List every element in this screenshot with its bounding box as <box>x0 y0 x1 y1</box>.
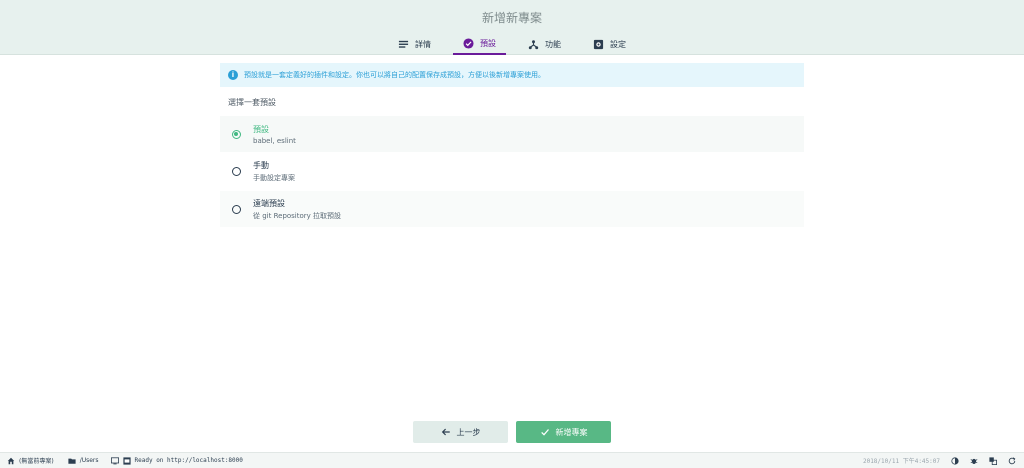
info-text: 預設就是一套定義好的插件和設定。你也可以將自己的配置保存成預設，方便以後新增專案… <box>244 71 545 79</box>
radio-unselected-icon[interactable] <box>232 166 241 176</box>
check-icon <box>540 429 549 436</box>
preset-desc: 從 git Repository 拉取預設 <box>253 211 342 220</box>
console-icon <box>110 456 119 464</box>
preset-desc: 手動設定專案 <box>253 173 295 182</box>
preset-name: 預設 <box>253 124 269 134</box>
bug-report-icon[interactable] <box>970 457 978 465</box>
radio-selected-icon[interactable] <box>232 129 241 139</box>
preset-option-manual[interactable]: 手動 手動設定專案 <box>220 153 804 189</box>
current-folder[interactable]: /Users <box>68 457 99 465</box>
terminal-icon <box>122 456 131 465</box>
translate-icon[interactable] <box>989 456 997 465</box>
arrow-left-icon <box>441 428 450 436</box>
preset-name: 手動 <box>253 160 269 170</box>
header: 新增新專案 詳情 預設 功能 設定 <box>0 0 1024 55</box>
current-project-label: (無當前專案) <box>19 458 54 465</box>
preset-name: 遠端預設 <box>253 198 285 208</box>
preset-desc: babel, eslint <box>253 136 296 145</box>
info-icon: i <box>228 70 238 80</box>
tab-features-label: 功能 <box>545 39 561 49</box>
app-window: 新增新專案 詳情 預設 功能 設定 i 預設就是一套定義好的插件和設定。你也可以… <box>0 0 1024 468</box>
tab-details-label: 詳情 <box>415 39 431 49</box>
page-title: 新增新專案 <box>481 11 542 25</box>
status-time: 2018/10/11 下午4:45:07 <box>862 458 940 465</box>
tab-details[interactable]: 詳情 <box>388 33 441 55</box>
console-log[interactable]: Ready on http://localhost:8000 <box>110 456 243 465</box>
console-log-text: Ready on http://localhost:8000 <box>134 457 243 464</box>
home-icon <box>7 457 15 464</box>
settings-icon <box>593 39 604 49</box>
tab-presets-label: 預設 <box>480 38 496 48</box>
check-circle-icon <box>463 37 474 49</box>
tab-presets[interactable]: 預設 <box>453 33 506 55</box>
preset-section-label: 選擇一套預設 <box>228 98 276 107</box>
status-bar: (無當前專案) /Users Ready on http://localhost… <box>0 452 1024 468</box>
previous-button[interactable]: 上一步 <box>413 421 508 443</box>
info-banner: i 預設就是一套定義好的插件和設定。你也可以將自己的配置保存成預設，方便以後新增… <box>220 63 804 87</box>
radio-unselected-icon[interactable] <box>232 204 241 214</box>
preset-option-remote[interactable]: 遠端預設 從 git Repository 拉取預設 <box>220 191 804 227</box>
details-icon <box>398 40 409 48</box>
features-icon <box>528 39 539 49</box>
current-folder-label: /Users <box>79 457 99 464</box>
tab-settings[interactable]: 設定 <box>583 33 636 55</box>
tab-features[interactable]: 功能 <box>518 33 571 55</box>
create-project-button[interactable]: 新增專案 <box>516 421 611 443</box>
dark-mode-icon[interactable] <box>951 456 959 465</box>
folder-icon <box>68 458 76 464</box>
refresh-icon[interactable] <box>1008 456 1016 465</box>
create-project-button-label: 新增專案 <box>555 427 588 437</box>
previous-button-label: 上一步 <box>456 427 481 437</box>
current-project[interactable]: (無當前專案) <box>7 456 54 465</box>
preset-option-default[interactable]: 預設 babel, eslint <box>220 116 804 152</box>
tab-settings-label: 設定 <box>610 39 626 49</box>
tab-bar: 詳情 預設 功能 設定 <box>0 33 1024 55</box>
